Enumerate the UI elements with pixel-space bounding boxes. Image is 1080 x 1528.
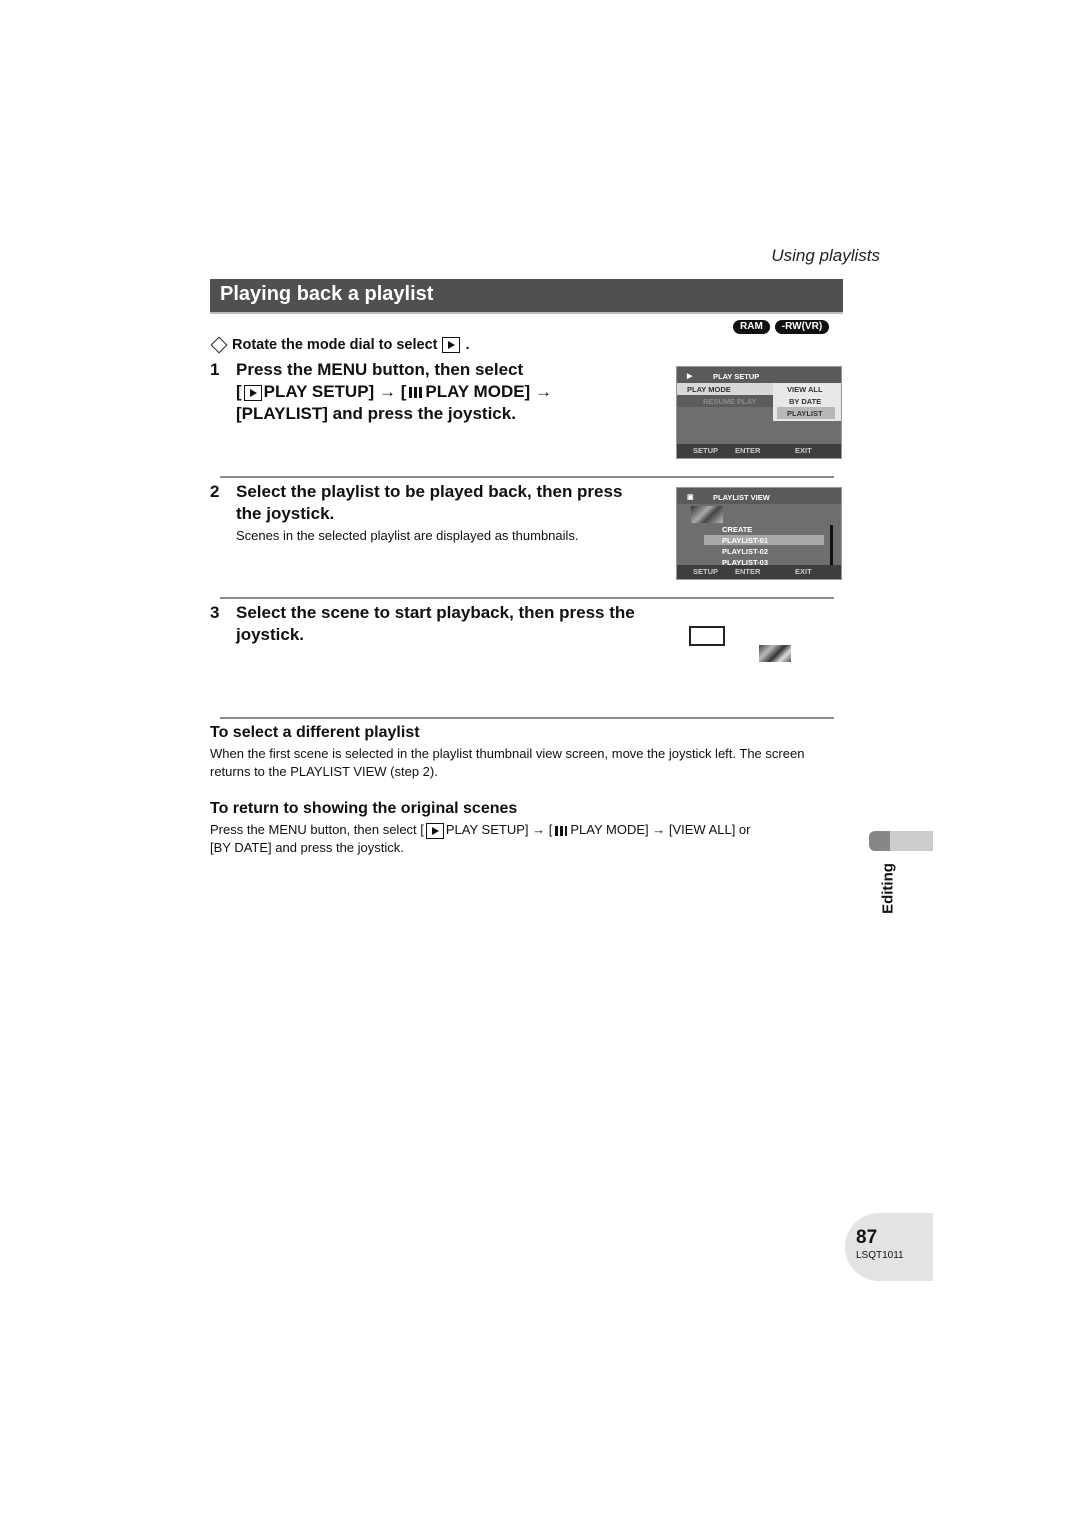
play-mode-grid-icon bbox=[555, 825, 568, 836]
footer-exit: EXIT bbox=[795, 567, 812, 576]
step-2-line-2: the joystick. bbox=[236, 504, 335, 523]
playlist-item-create: CREATE bbox=[722, 525, 753, 534]
divider bbox=[220, 476, 834, 478]
step-number: 1 bbox=[210, 360, 220, 379]
screen-title: PLAY SETUP bbox=[713, 372, 760, 381]
chapter-label: Editing bbox=[879, 863, 897, 914]
subsection-heading: To select a different playlist bbox=[210, 724, 420, 741]
screen-title: PLAYLIST VIEW bbox=[713, 493, 770, 502]
step-3-line-1: Select the scene to start playback, then… bbox=[236, 603, 635, 622]
step-1-line-2: [ PLAY SETUP] → [ PLAY MODE] → bbox=[236, 381, 552, 403]
footer-exit: EXIT bbox=[795, 446, 812, 455]
side-tab-marker bbox=[869, 831, 890, 851]
bracket: [ bbox=[400, 382, 407, 401]
play-setup-text: PLAY SETUP] bbox=[263, 382, 375, 401]
step-2-line-1: Select the playlist to be played back, t… bbox=[236, 482, 623, 501]
scrollbar bbox=[830, 525, 833, 565]
step-2-note: Scenes in the selected playlist are disp… bbox=[236, 528, 579, 543]
page-title: Playing back a playlist bbox=[220, 283, 434, 305]
badge-rw-vr: -RW(VR) bbox=[774, 320, 830, 334]
step-3-line-2: joystick. bbox=[236, 625, 305, 644]
step-number: 2 bbox=[210, 482, 220, 501]
prereq-period: . bbox=[465, 337, 470, 353]
footer-enter: ENTER bbox=[735, 446, 761, 455]
step-number: 3 bbox=[210, 603, 220, 622]
selection-frame-icon bbox=[689, 626, 725, 646]
play-icon bbox=[243, 384, 262, 401]
bracket: [ bbox=[236, 382, 242, 401]
option-playlist-selected: PLAYLIST bbox=[787, 409, 823, 418]
playlist-thumbnail bbox=[691, 506, 723, 523]
step-1-line-1: Press the MENU button, then select bbox=[236, 360, 524, 379]
page-number: 87 bbox=[856, 1227, 878, 1248]
option-view-all: VIEW ALL bbox=[787, 385, 823, 394]
footer-setup: SETUP bbox=[693, 446, 719, 455]
menu-row-play-mode: PLAY MODE bbox=[687, 385, 731, 394]
play-mode-text: PLAY MODE] bbox=[425, 382, 531, 401]
divider bbox=[220, 597, 834, 599]
menu-row-resume-play: RESUME PLAY bbox=[703, 397, 757, 406]
option-by-date: BY DATE bbox=[789, 397, 822, 406]
footer-enter: ENTER bbox=[735, 567, 761, 576]
arrow-icon: → bbox=[378, 382, 396, 401]
play-icon bbox=[425, 822, 444, 839]
subsection-text: Press the MENU button, then select [PLAY… bbox=[210, 822, 751, 855]
arrow-icon: → bbox=[534, 382, 552, 401]
playlist-view-screen: ▣ PLAYLIST VIEW CREATE PLAYLIST-01 PLAYL… bbox=[676, 487, 842, 580]
page-title-bar: Playing back a playlist bbox=[210, 279, 843, 314]
playlist-item-02: PLAYLIST-02 bbox=[722, 547, 768, 556]
playlist-item-01-selected: PLAYLIST-01 bbox=[722, 536, 768, 545]
play-mode-icon bbox=[442, 337, 461, 353]
scene-thumbnail bbox=[759, 645, 791, 662]
section-label: Using playlists bbox=[771, 246, 880, 265]
play-setup-screen: ▶ PLAY SETUP PLAY MODE RESUME PLAY VIEW … bbox=[676, 366, 842, 459]
play-mode-grid-icon bbox=[409, 387, 423, 399]
footer-setup: SETUP bbox=[693, 567, 719, 576]
prereq-text: Rotate the mode dial to select bbox=[232, 337, 438, 353]
side-tab-bar bbox=[886, 831, 933, 851]
prerequisite: Rotate the mode dial to select . bbox=[210, 336, 470, 354]
subsection-text: When the first scene is selected in the … bbox=[210, 746, 805, 779]
playlist-icon: ▣ bbox=[687, 494, 694, 501]
media-badges: RAM -RW(VR) bbox=[733, 320, 830, 334]
badge-ram: RAM bbox=[733, 320, 770, 334]
document-code: LSQT1011 bbox=[856, 1250, 904, 1261]
step-1-line-3: [PLAYLIST] and press the joystick. bbox=[236, 404, 516, 423]
diamond-icon bbox=[210, 336, 228, 354]
divider bbox=[220, 717, 834, 719]
subsection-heading: To return to showing the original scenes bbox=[210, 800, 518, 817]
play-icon-small: ▶ bbox=[687, 373, 693, 380]
